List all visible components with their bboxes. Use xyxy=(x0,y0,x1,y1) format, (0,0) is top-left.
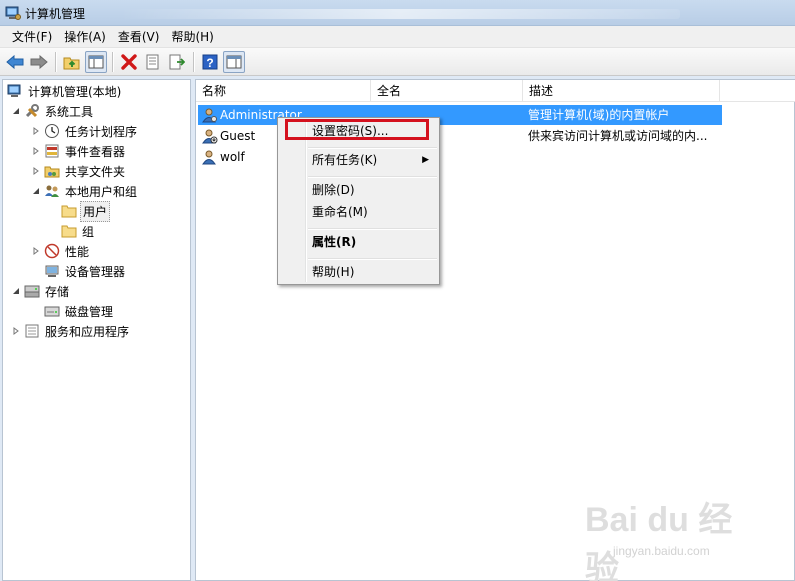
action-pane-icon[interactable] xyxy=(223,50,245,73)
column-header: 名称 全名 描述 xyxy=(196,80,795,102)
user-description xyxy=(528,147,722,167)
tree-label: 本地用户和组 xyxy=(65,184,138,199)
expand-triangle-icon[interactable] xyxy=(31,246,41,256)
tree-node-computer-management[interactable]: 计算机管理(本地) xyxy=(7,81,123,101)
tree-label: 组 xyxy=(82,224,95,239)
expand-triangle-icon[interactable] xyxy=(31,146,41,156)
title-bar: 计算机管理 xyxy=(0,0,795,26)
tree-label: 存储 xyxy=(45,284,70,299)
watermark-main: Bai du 经验 xyxy=(585,501,733,581)
user-description: 管理计算机(域)的内置帐户 xyxy=(528,108,670,122)
tree-label: 共享文件夹 xyxy=(65,164,126,179)
menu-bar: 文件(F) 操作(A) 查看(V) 帮助(H) xyxy=(0,26,795,48)
folder-icon xyxy=(61,203,77,219)
expand-triangle-icon[interactable] xyxy=(11,326,21,336)
disk-icon xyxy=(44,303,60,319)
toolbar-separator xyxy=(193,51,194,72)
collapse-triangle-icon[interactable] xyxy=(11,106,21,116)
clock-icon xyxy=(44,123,60,139)
export-list-icon[interactable] xyxy=(166,51,188,73)
menu-separator xyxy=(308,258,437,259)
watermark-url: jingyan.baidu.com xyxy=(613,544,710,558)
column-fullname[interactable]: 全名 xyxy=(371,80,523,102)
back-arrow-icon[interactable] xyxy=(4,51,26,73)
up-folder-icon[interactable] xyxy=(61,51,83,73)
folder-icon xyxy=(61,223,77,239)
tree-node-device-manager[interactable]: 设备管理器 xyxy=(44,261,127,281)
event-log-icon xyxy=(44,143,60,159)
services-icon xyxy=(24,323,40,339)
toolbar: ? xyxy=(0,48,795,76)
user-disabled-icon xyxy=(202,128,218,144)
tree-label: 事件查看器 xyxy=(65,144,126,159)
tree-node-system-tools[interactable]: 系统工具 xyxy=(11,101,95,121)
user-icon xyxy=(202,149,218,165)
window-title: 计算机管理 xyxy=(25,7,86,21)
menu-item-rename[interactable]: 重命名(M) xyxy=(280,201,437,223)
shared-folder-icon xyxy=(44,163,60,179)
tree-node-disk-management[interactable]: 磁盘管理 xyxy=(44,301,115,321)
tree-node-task-scheduler[interactable]: 任务计划程序 xyxy=(31,121,139,141)
tree-node-performance[interactable]: 性能 xyxy=(31,241,91,261)
storage-icon xyxy=(24,283,40,299)
computer-management-icon xyxy=(7,83,23,99)
annotation-highlight xyxy=(285,119,429,140)
tree-label: 系统工具 xyxy=(45,104,94,119)
tree-node-groups[interactable]: 组 xyxy=(61,221,96,241)
baidu-watermark: Bai du 经验 jingyan.baidu.com xyxy=(585,492,765,581)
menu-action[interactable]: 操作(A) xyxy=(58,27,112,47)
properties-icon[interactable] xyxy=(142,51,164,73)
tools-icon xyxy=(24,103,40,119)
tree-label: 服务和应用程序 xyxy=(45,324,130,339)
user-description: 供来宾访问计算机或访问域的内... xyxy=(528,129,708,143)
tree-label: 设备管理器 xyxy=(65,264,126,279)
menu-help[interactable]: 帮助(H) xyxy=(165,27,219,47)
menu-item-properties[interactable]: 属性(R) xyxy=(280,231,437,253)
menu-item-help[interactable]: 帮助(H) xyxy=(280,261,437,283)
menu-item-delete[interactable]: 删除(D) xyxy=(280,179,437,201)
tree-label: 任务计划程序 xyxy=(65,124,138,139)
collapse-triangle-icon[interactable] xyxy=(11,286,21,296)
device-manager-icon xyxy=(44,263,60,279)
tree-node-event-viewer[interactable]: 事件查看器 xyxy=(31,141,127,161)
forward-arrow-icon[interactable] xyxy=(28,51,50,73)
context-menu: 设置密码(S)... 所有任务(K) ▶ 删除(D) 重命名(M) 属性(R) … xyxy=(277,117,440,285)
show-hide-tree-icon[interactable] xyxy=(85,50,107,73)
tree-label: 性能 xyxy=(65,244,90,259)
users-group-icon xyxy=(44,183,60,199)
toolbar-separator xyxy=(55,51,56,72)
delete-icon[interactable] xyxy=(118,51,140,73)
tree-label: 用户 xyxy=(80,200,111,222)
menu-item-label: 所有任务(K) xyxy=(312,153,378,167)
console-tree: 计算机管理(本地) 系统工具 任务计划程序 事件查看器 共享文件夹 本地用户和组… xyxy=(2,79,191,581)
menu-file[interactable]: 文件(F) xyxy=(6,27,58,47)
menu-separator xyxy=(308,228,437,229)
expand-triangle-icon[interactable] xyxy=(31,166,41,176)
performance-icon xyxy=(44,243,60,259)
submenu-arrow-icon: ▶ xyxy=(422,155,429,165)
menu-separator xyxy=(308,147,437,148)
tree-label: 磁盘管理 xyxy=(65,304,114,319)
menu-item-all-tasks[interactable]: 所有任务(K) ▶ xyxy=(280,149,437,171)
title-bar-blur xyxy=(120,9,680,19)
column-description[interactable]: 描述 xyxy=(523,80,720,102)
toolbar-separator xyxy=(112,51,113,72)
tree-node-shared-folders[interactable]: 共享文件夹 xyxy=(31,161,127,181)
computer-management-icon xyxy=(5,5,21,24)
user-icon xyxy=(202,107,218,123)
tree-node-local-users-groups[interactable]: 本地用户和组 xyxy=(31,181,139,201)
svg-text:?: ? xyxy=(206,56,213,70)
tree-node-services-apps[interactable]: 服务和应用程序 xyxy=(11,321,131,341)
menu-view[interactable]: 查看(V) xyxy=(112,27,166,47)
tree-node-users[interactable]: 用户 xyxy=(61,200,111,222)
tree-node-storage[interactable]: 存储 xyxy=(11,281,71,301)
tree-label: 计算机管理(本地) xyxy=(28,84,122,99)
column-name[interactable]: 名称 xyxy=(196,80,371,102)
help-icon[interactable]: ? xyxy=(199,51,221,73)
collapse-triangle-icon[interactable] xyxy=(31,186,41,196)
expand-triangle-icon[interactable] xyxy=(31,126,41,136)
menu-separator xyxy=(308,176,437,177)
